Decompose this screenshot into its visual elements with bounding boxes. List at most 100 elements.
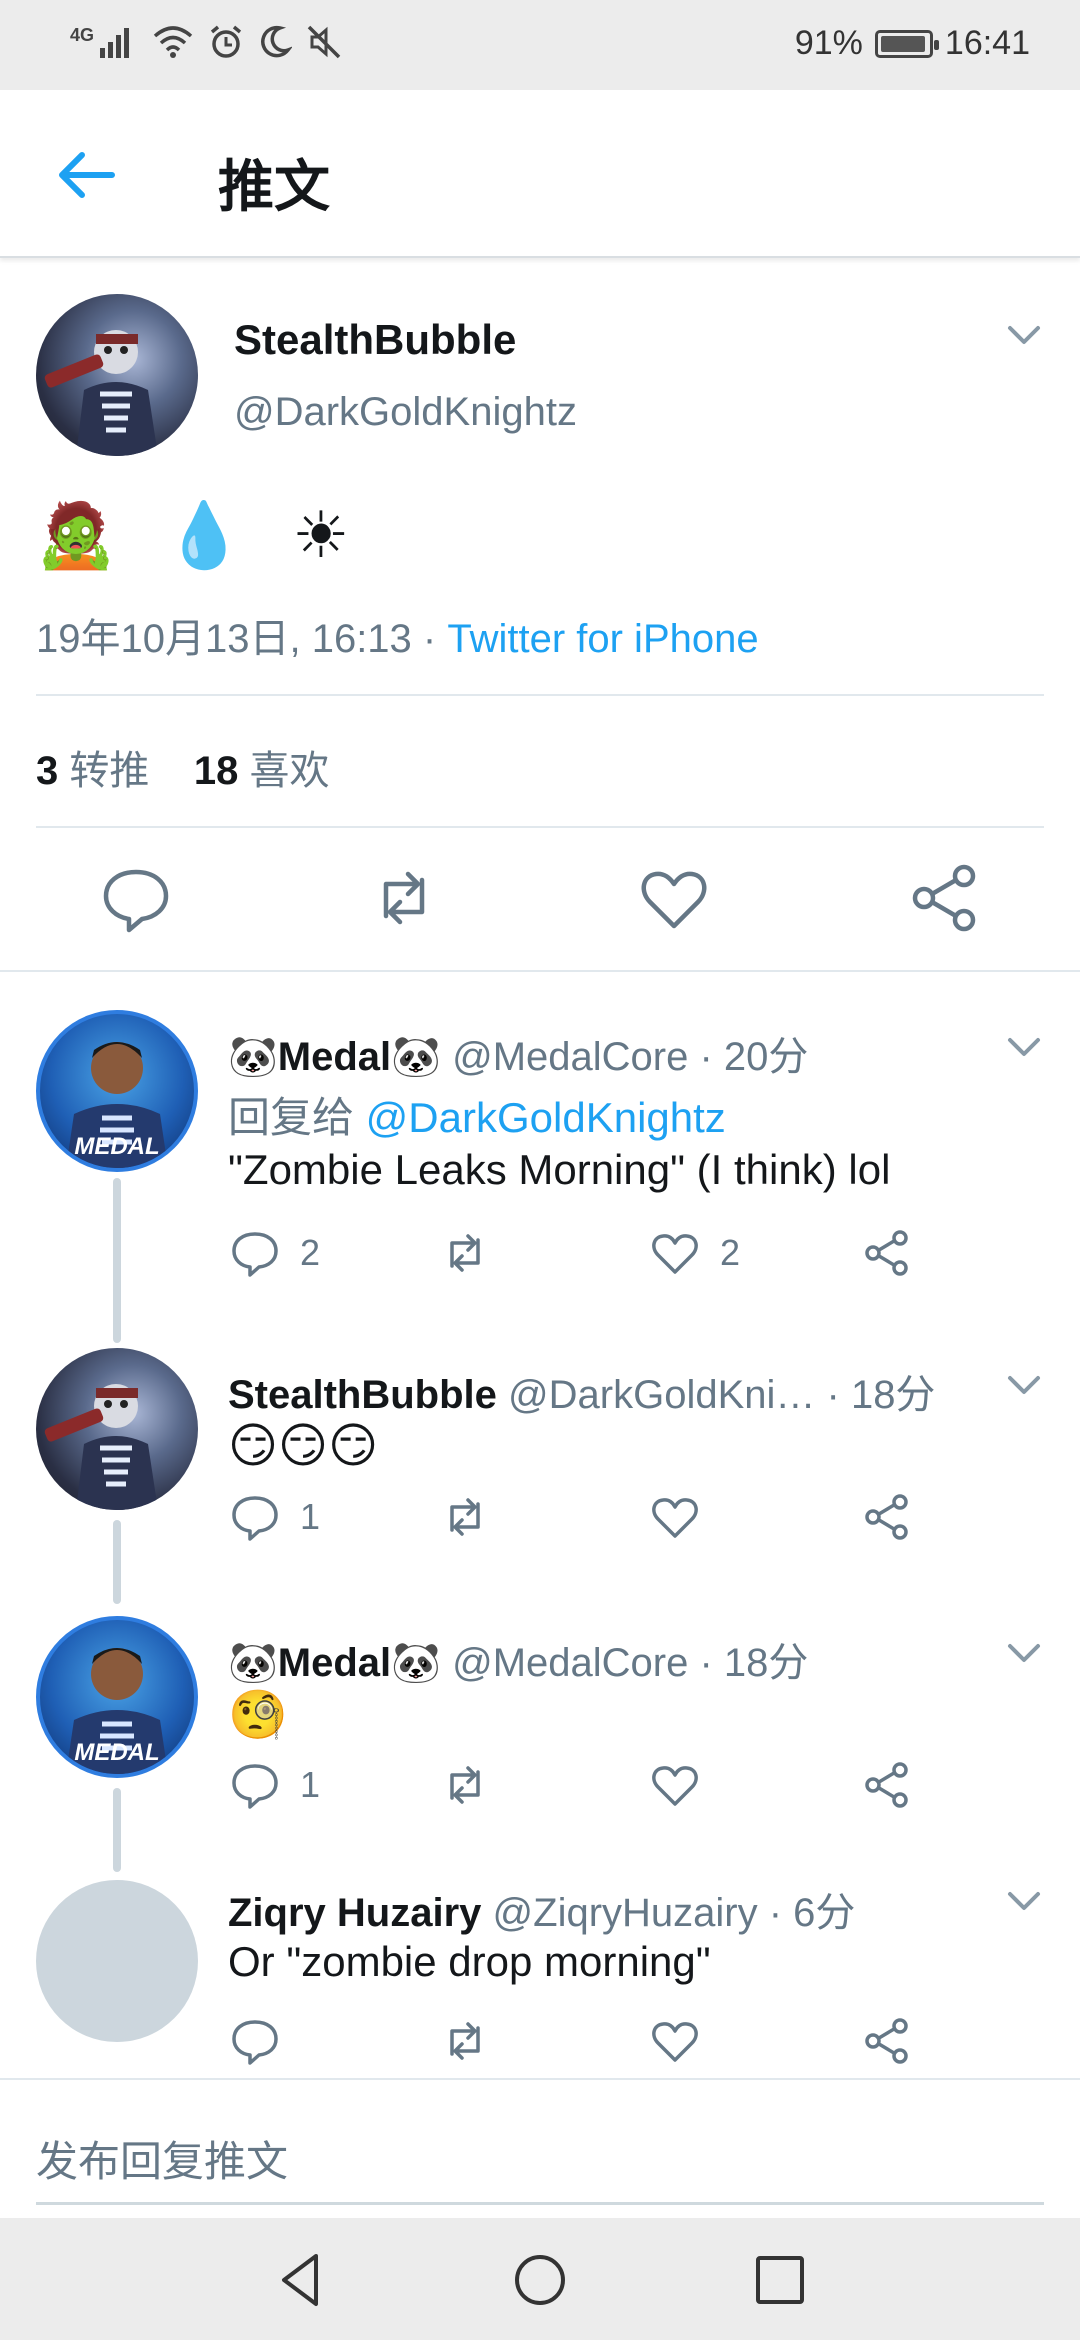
soldier-avatar-art [44, 1384, 158, 1510]
heart-icon [652, 2022, 698, 2062]
svg-text:MEDAL: MEDAL [74, 1739, 159, 1766]
share-action[interactable] [860, 1482, 914, 1552]
author-handle[interactable]: @DarkGoldKnightz [234, 390, 577, 435]
retweet-count[interactable]: 3 [36, 749, 58, 793]
tweet-date: 19年10月13日, 16:13 · [36, 617, 448, 661]
status-icons-left: 4G [70, 24, 342, 60]
reply-action[interactable] [228, 2011, 282, 2071]
tweet-text: 🧟 💧 ☀ [36, 499, 364, 573]
like-label[interactable]: 喜欢 [249, 749, 329, 793]
reply-actions: 2 2 [228, 1218, 1028, 1288]
retweet-icon[interactable] [364, 858, 444, 938]
reply-actions: 1 [228, 1750, 1028, 1820]
reply-tweet[interactable]: MEDAL 🐼Medal🐼 @MedalCore · 18分 🧐 1 [0, 1616, 1080, 1872]
reply-icon[interactable] [96, 858, 176, 938]
thread-line [113, 1788, 121, 1872]
network-type: 4G [70, 24, 95, 45]
share-action[interactable] [860, 1750, 914, 1820]
reply-header: StealthBubble @DarkGoldKni… · 18分 [228, 1362, 935, 1420]
chevron-down-icon[interactable] [1004, 1370, 1044, 1400]
author-name[interactable]: Ziqry Huzairy [228, 1891, 481, 1935]
section-divider [0, 970, 1080, 972]
reply-header: 🐼Medal🐼 @MedalCore · 20分 [228, 1024, 808, 1082]
avatar[interactable] [36, 1880, 198, 2042]
retweet-icon [450, 1766, 480, 1804]
heart-icon[interactable] [634, 858, 714, 938]
share-icon [865, 2018, 908, 2064]
tweet-stats: 3 转推 18 喜欢 [36, 738, 329, 796]
reply-composer[interactable]: 发布回复推文 [0, 2078, 1080, 2218]
retweet-icon [450, 1234, 480, 1272]
reply-icon [232, 1232, 278, 1277]
tweet-timestamp: 19年10月13日, 16:13 · Twitter for iPhone [36, 606, 759, 664]
chevron-down-icon[interactable] [1004, 320, 1044, 350]
tweet-source-link[interactable]: Twitter for iPhone [447, 617, 758, 661]
heart-icon [652, 1234, 698, 1274]
retweet-action[interactable] [438, 1218, 492, 1288]
avatar[interactable] [36, 1348, 198, 1510]
reply-icon [232, 1764, 278, 1809]
author-handle[interactable]: @MedalCore · 20分 [452, 1035, 808, 1079]
reply-to-line: 回复给 @DarkGoldKnightz [228, 1084, 726, 1145]
like-action[interactable] [648, 1482, 702, 1552]
medal-avatar-art: MEDAL [66, 1648, 168, 1774]
reply-actions [228, 2011, 1028, 2071]
reply-tweet[interactable]: StealthBubble @DarkGoldKni… · 18分 😏😏😏 1 [0, 1348, 1080, 1604]
author-handle[interactable]: @ZiqryHuzairy · 6分 [493, 1891, 856, 1935]
like-count[interactable]: 18 [194, 749, 239, 793]
share-action[interactable] [860, 1218, 914, 1288]
avatar[interactable] [36, 294, 198, 456]
battery-fill [880, 35, 925, 52]
chevron-down-icon[interactable] [1004, 1886, 1044, 1916]
like-action[interactable]: 2 [648, 1218, 740, 1288]
mute-icon [307, 25, 341, 59]
signal-icon [100, 28, 130, 58]
reply-header: Ziqry Huzairy @ZiqryHuzairy · 6分 [228, 1880, 855, 1938]
author-handle[interactable]: @MedalCore · 18分 [452, 1641, 808, 1685]
share-icon[interactable] [904, 858, 984, 938]
author-name[interactable]: StealthBubble [234, 316, 516, 364]
nav-home-icon[interactable] [508, 2248, 572, 2312]
author-name[interactable]: StealthBubble [228, 1373, 497, 1417]
reply-tweet[interactable]: Ziqry Huzairy @ZiqryHuzairy · 6分 Or "zom… [0, 1880, 1080, 2078]
like-action[interactable] [648, 2011, 702, 2071]
thread-line [113, 1520, 121, 1604]
nav-back-icon[interactable] [270, 2248, 334, 2312]
wifi-icon [153, 26, 193, 58]
reply-input-placeholder[interactable]: 发布回复推文 [36, 2128, 288, 2189]
top-bar: 推文 [0, 90, 1080, 258]
share-action[interactable] [860, 2011, 914, 2071]
author-handle[interactable]: @DarkGoldKni… · 18分 [508, 1373, 935, 1417]
thread-line [113, 1178, 121, 1343]
reply-tweet[interactable]: MEDAL 🐼Medal🐼 @MedalCore · 20分 回复给 @Dark… [0, 1010, 1080, 1343]
retweet-icon [450, 1498, 480, 1536]
svg-text:MEDAL: MEDAL [74, 1133, 159, 1160]
reply-icon [232, 2020, 278, 2065]
author-name[interactable]: 🐼Medal🐼 [228, 1035, 441, 1079]
retweet-label[interactable]: 转推 [69, 749, 149, 793]
nav-recents-icon[interactable] [748, 2248, 812, 2312]
page-title: 推文 [218, 155, 330, 220]
reply-to-mention[interactable]: @DarkGoldKnightz [366, 1094, 726, 1141]
avatar[interactable]: MEDAL [36, 1616, 198, 1778]
back-arrow-icon[interactable] [52, 140, 122, 210]
share-icon [865, 1494, 908, 1540]
reply-actions: 1 [228, 1482, 1028, 1552]
reply-text: Or "zombie drop morning" [228, 1938, 711, 1985]
battery-percent: 91% [794, 24, 863, 62]
retweet-action[interactable] [438, 2011, 492, 2071]
reply-action[interactable]: 1 [228, 1750, 320, 1820]
heart-icon [652, 1766, 698, 1806]
reply-to-label: 回复给 [228, 1094, 366, 1141]
moon-icon [261, 25, 293, 58]
divider [36, 694, 1044, 696]
reply-action[interactable]: 2 [228, 1218, 320, 1288]
chevron-down-icon[interactable] [1004, 1638, 1044, 1668]
author-name[interactable]: 🐼Medal🐼 [228, 1641, 441, 1685]
avatar[interactable]: MEDAL [36, 1010, 198, 1172]
chevron-down-icon[interactable] [1004, 1032, 1044, 1062]
reply-action[interactable]: 1 [228, 1482, 320, 1552]
like-action[interactable] [648, 1750, 702, 1820]
retweet-action[interactable] [438, 1482, 492, 1552]
retweet-action[interactable] [438, 1750, 492, 1820]
